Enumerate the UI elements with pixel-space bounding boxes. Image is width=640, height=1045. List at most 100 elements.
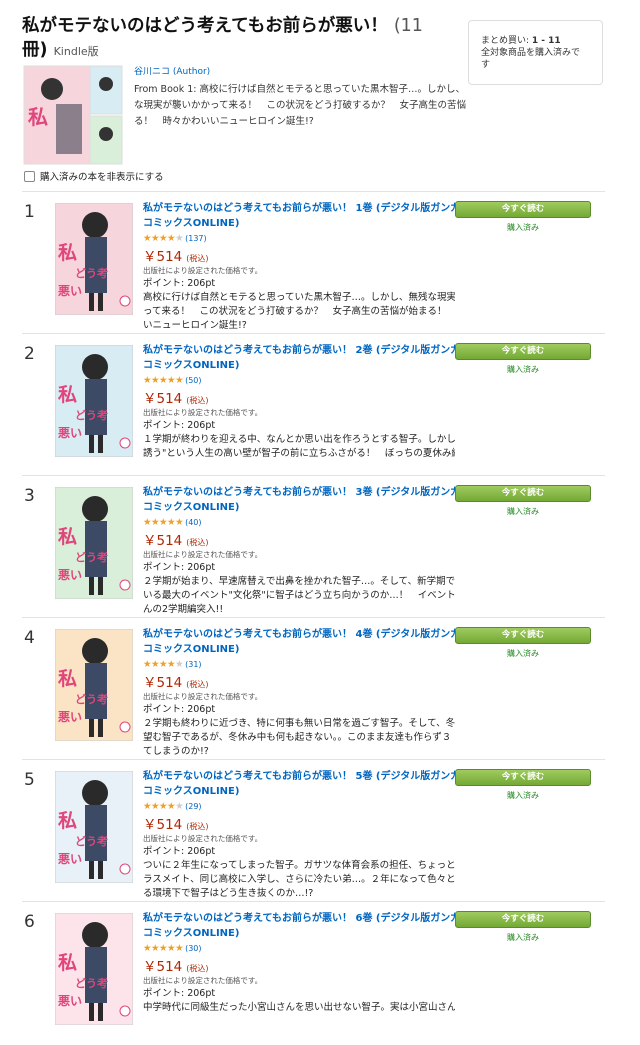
volume-description-line: 中学時代に同級生だった小宮山さんを思い出せない智子。実は小宮山さん	[143, 1002, 455, 1013]
points: ポイント: 206pt	[143, 704, 216, 715]
tax-label: (税込)	[186, 964, 209, 973]
volume-title-link[interactable]: 私がモテないのはどう考えてもお前らが悪い！ 6巻 (デジタル版ガンガン コミック…	[143, 911, 455, 941]
volume-description-line: いニューヒロイン誕生!?	[143, 320, 247, 331]
hide-purchased-toggle[interactable]: 購入済みの本を非表示にする	[24, 169, 164, 183]
volume-number: 4	[24, 628, 35, 648]
svg-text:私: 私	[58, 668, 77, 690]
rating[interactable]: ★★★★★ (137)	[143, 231, 455, 245]
price: ￥514	[143, 533, 183, 549]
volume-item: 3 私 どう考 悪い 私がモテないのはどう考えてもお前らが悪い！ 3巻 (デジタ…	[0, 476, 640, 619]
volume-cover-image[interactable]: 私 どう考 悪い	[55, 629, 133, 741]
volume-description-line: ２学期が始まり、早速席替えで出鼻を挫かれた智子…。そして、新学期で	[143, 576, 455, 587]
volume-description-line: 高校に行けば自然とモテると思っていた黒木智子…。しかし、無残な現実	[143, 292, 455, 303]
volume-description-line: んの2学期編突入!!	[143, 604, 224, 615]
volume-description-line: ２学期も終わりに近づき、特に何事も無い日常を過ごす智子。そして、冬	[143, 718, 455, 729]
volume-title-link[interactable]: 私がモテないのはどう考えてもお前らが悪い！ 2巻 (デジタル版ガンガン コミック…	[143, 343, 455, 373]
volume-cover-image[interactable]: 私 どう考 悪い	[55, 913, 133, 1025]
volume-title-link[interactable]: 私がモテないのはどう考えてもお前らが悪い！ 4巻 (デジタル版ガンガン コミック…	[143, 627, 455, 657]
volume-description-line: 誘う"という人生の高い壁が智子の前に立ちふさがる！ ぼっちの夏休み編	[143, 448, 455, 459]
price-note: 出版社により設定された価格です。	[143, 266, 263, 275]
volume-item: 5 私 どう考 悪い 私がモテないのはどう考えてもお前らが悪い！ 5巻 (デジタ…	[0, 760, 640, 903]
volume-cover-image[interactable]: 私 どう考 悪い	[55, 203, 133, 315]
rating-count-link[interactable]: (31)	[185, 660, 201, 669]
volume-description-line: てしまうのか!?	[143, 746, 209, 757]
rating-count-link[interactable]: (30)	[185, 944, 201, 953]
bulk-buy-box: まとめ買い: 1 - 11 全対象商品を購入済みで す	[468, 20, 603, 85]
read-now-button[interactable]: 今すぐ読む	[455, 343, 591, 360]
read-now-button[interactable]: 今すぐ読む	[455, 485, 591, 502]
volume-title-link[interactable]: 私がモテないのはどう考えてもお前らが悪い！ 3巻 (デジタル版ガンガン コミック…	[143, 485, 455, 515]
tax-label: (税込)	[186, 538, 209, 547]
owned-label: 購入済み	[507, 223, 539, 232]
volume-description-line: る環境下で智子はどう生き抜くのか…!?	[143, 888, 314, 899]
rating-count-link[interactable]: (50)	[185, 376, 201, 385]
rating[interactable]: ★★★★★ (40)	[143, 515, 455, 529]
volume-item: 4 私 どう考 悪い 私がモテないのはどう考えてもお前らが悪い！ 4巻 (デジタ…	[0, 618, 640, 761]
price: ￥514	[143, 249, 183, 265]
svg-text:どう考: どう考	[75, 976, 108, 990]
series-header: 私がモテないのはどう考えてもお前らが悪い！ (11 冊) Kindle版 私 谷…	[22, 14, 466, 168]
read-now-button[interactable]: 今すぐ読む	[455, 201, 591, 218]
star-rating-icon: ★★★★★	[143, 800, 184, 812]
read-now-button[interactable]: 今すぐ読む	[455, 627, 591, 644]
svg-text:私: 私	[58, 384, 77, 406]
owned-label: 購入済み	[507, 649, 539, 658]
star-rating-icon: ★★★★★	[143, 516, 184, 528]
svg-text:私: 私	[58, 810, 77, 832]
svg-text:悪い: 悪い	[58, 852, 82, 866]
volume-description-line: 望む智子であるが、冬休み中も何も起きない。。このまま友達も作らず３	[143, 732, 452, 743]
price-note: 出版社により設定された価格です。	[143, 408, 263, 417]
points: ポイント: 206pt	[143, 562, 216, 573]
rating[interactable]: ★★★★★ (31)	[143, 657, 455, 671]
volume-description-line: ついに２年生になってしまった智子。ガサツな体育会系の担任、ちょっと	[143, 860, 455, 871]
tax-label: (税込)	[186, 254, 209, 263]
volume-number: 3	[24, 486, 35, 506]
points: ポイント: 206pt	[143, 420, 216, 431]
volume-cover-image[interactable]: 私 どう考 悪い	[55, 345, 133, 457]
volume-number: 1	[24, 202, 35, 222]
format-label: Kindle版	[53, 45, 99, 58]
volume-description-line: って来る！ この状況をどう打破するか？ 女子高生の苦悩が始まる！ 時	[143, 306, 455, 317]
svg-text:悪い: 悪い	[58, 710, 82, 724]
svg-text:どう考: どう考	[75, 550, 108, 564]
rating[interactable]: ★★★★★ (50)	[143, 373, 455, 387]
tax-label: (税込)	[186, 680, 209, 689]
svg-text:どう考: どう考	[75, 692, 108, 706]
price: ￥514	[143, 959, 183, 975]
points: ポイント: 206pt	[143, 846, 216, 857]
volume-title-link[interactable]: 私がモテないのはどう考えてもお前らが悪い！ 1巻 (デジタル版ガンガン コミック…	[143, 201, 455, 231]
series-title: 私がモテないのはどう考えてもお前らが悪い！ (11 冊) Kindle版	[22, 16, 423, 60]
svg-text:悪い: 悪い	[58, 426, 82, 440]
volume-item: 1 私 どう考 悪い 私がモテないのはどう考えてもお前らが悪い！ 1巻 (デジタ…	[0, 192, 640, 335]
svg-text:悪い: 悪い	[58, 284, 82, 298]
rating[interactable]: ★★★★★ (30)	[143, 941, 455, 955]
rating-count-link[interactable]: (137)	[185, 234, 207, 243]
svg-text:どう考: どう考	[75, 266, 108, 280]
svg-text:悪い: 悪い	[58, 994, 82, 1008]
author-link[interactable]: 谷川ニコ (Author)	[134, 64, 210, 77]
read-now-button[interactable]: 今すぐ読む	[455, 911, 591, 928]
volume-cover-image[interactable]: 私 どう考 悪い	[55, 771, 133, 883]
owned-label: 購入済み	[507, 933, 539, 942]
series-cover-image[interactable]: 私	[22, 64, 124, 168]
volume-cover-image[interactable]: 私 どう考 悪い	[55, 487, 133, 599]
volume-description-line: いる最大のイベント"文化祭"に智子はどう立ち向かうのか…！ イベント	[143, 590, 455, 601]
rating-count-link[interactable]: (40)	[185, 518, 201, 527]
price: ￥514	[143, 675, 183, 691]
hide-purchased-checkbox[interactable]	[24, 170, 35, 182]
read-now-button[interactable]: 今すぐ読む	[455, 769, 591, 786]
svg-text:私: 私	[28, 105, 48, 129]
svg-text:どう考: どう考	[75, 834, 108, 848]
owned-label: 購入済み	[507, 365, 539, 374]
svg-text:悪い: 悪い	[58, 568, 82, 582]
price-note: 出版社により設定された価格です。	[143, 692, 263, 701]
price-note: 出版社により設定された価格です。	[143, 550, 263, 559]
rating[interactable]: ★★★★★ (29)	[143, 799, 455, 813]
owned-label: 購入済み	[507, 791, 539, 800]
price: ￥514	[143, 817, 183, 833]
volume-title-link[interactable]: 私がモテないのはどう考えてもお前らが悪い！ 5巻 (デジタル版ガンガン コミック…	[143, 769, 455, 799]
series-description: From Book 1: 高校に行けば自然とモテると思っていた黒木智子…。しかし…	[134, 84, 467, 127]
volume-description-line: １学期が終わりを迎える中、なんとか思い出を作ろうとする智子。しかし	[143, 434, 455, 445]
rating-count-link[interactable]: (29)	[185, 802, 201, 811]
volume-description-line: ラスメイト、同じ高校に入学し、さらに冷たい弟…。２年になって色々と	[143, 874, 455, 885]
